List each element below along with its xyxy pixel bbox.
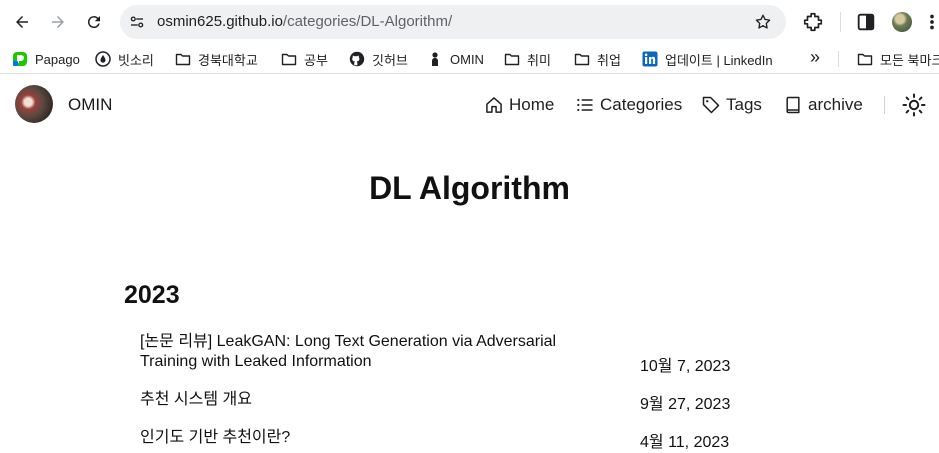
- sun-icon[interactable]: [902, 93, 926, 117]
- folder-icon: [175, 51, 191, 67]
- site-name[interactable]: OMIN: [68, 95, 112, 115]
- forward-button[interactable]: [46, 10, 70, 34]
- address-bar[interactable]: osmin625.github.io/categories/DL-Algorit…: [120, 5, 786, 39]
- post-item[interactable]: 인기도 기반 추천이란?: [140, 428, 620, 448]
- site-settings-icon[interactable]: [128, 13, 146, 31]
- toolbar-divider: [840, 12, 841, 32]
- bookmark-omin[interactable]: OMIN: [427, 50, 484, 68]
- bookmarks-divider: [838, 51, 839, 67]
- bookmark-label: 경북대학교: [198, 52, 258, 68]
- bookmark-star-icon[interactable]: [754, 13, 772, 31]
- bookmark-folder-study[interactable]: 공부: [281, 50, 328, 68]
- bookmark-label: 공부: [304, 52, 328, 68]
- nav-tags[interactable]: Tags: [701, 93, 762, 117]
- folder-icon: [857, 51, 873, 67]
- browser-toolbar: osmin625.github.io/categories/DL-Algorit…: [0, 0, 939, 44]
- github-icon: [349, 51, 365, 67]
- overflow-label: »: [810, 46, 821, 67]
- arrow-right-icon: [52, 16, 64, 28]
- nav-archive[interactable]: archive: [783, 93, 863, 117]
- folder-icon: [574, 51, 590, 67]
- person-icon: [427, 51, 443, 67]
- post-title[interactable]: 인기도 기반 추천이란?: [140, 428, 620, 448]
- post-date: 10월 7, 2023: [640, 358, 731, 375]
- list-icon: [577, 98, 593, 112]
- site-header: OMIN Home Categories Tags archive: [0, 80, 939, 130]
- bookmark-folder-hobby[interactable]: 취미: [504, 50, 551, 68]
- tag-icon: [702, 96, 720, 114]
- more-menu-icon[interactable]: [926, 11, 938, 33]
- linkedin-icon: [642, 51, 658, 67]
- bookmark-linkedin[interactable]: 업데이트 | LinkedIn: [642, 50, 773, 68]
- profile-avatar[interactable]: [892, 12, 912, 32]
- folder-icon: [504, 51, 520, 67]
- nav-tags-label: Tags: [726, 95, 762, 114]
- bookmark-overflow-button[interactable]: »: [810, 46, 821, 67]
- home-icon: [486, 97, 502, 113]
- all-bookmarks-button[interactable]: 모든 북마크: [857, 50, 939, 68]
- post-item[interactable]: 추천 시스템 개요: [140, 390, 620, 410]
- url-path: /categories/DL-Algorithm/: [282, 13, 453, 30]
- post-title[interactable]: [논문 리뷰] LeakGAN: Long Text Generation vi…: [140, 332, 620, 372]
- book-icon: [786, 96, 800, 114]
- back-button[interactable]: [10, 10, 34, 34]
- post-title-line: Training with Leaked Information: [140, 353, 372, 370]
- bookmark-label: Papago: [35, 51, 80, 67]
- header-divider: [884, 96, 885, 114]
- bookmark-github[interactable]: 깃허브: [349, 50, 408, 68]
- arrow-left-icon: [16, 16, 28, 28]
- folder-icon: [281, 51, 297, 67]
- bookmark-folder-job[interactable]: 취업: [574, 50, 621, 68]
- post-item[interactable]: [논문 리뷰] LeakGAN: Long Text Generation vi…: [140, 332, 620, 372]
- nav-home[interactable]: Home: [484, 93, 554, 117]
- url-text[interactable]: osmin625.github.io/categories/DL-Algorit…: [157, 13, 452, 30]
- post-title[interactable]: 추천 시스템 개요: [140, 390, 620, 410]
- url-host: osmin625.github.io: [157, 13, 283, 30]
- bookmark-rain[interactable]: 빗소리: [95, 50, 154, 68]
- bookmark-label: OMIN: [450, 51, 484, 67]
- post-date: 9월 27, 2023: [640, 396, 731, 413]
- year-heading: 2023: [124, 281, 180, 309]
- bookmark-folder-knu[interactable]: 경북대학교: [175, 50, 258, 68]
- side-panel-icon[interactable]: [855, 11, 877, 33]
- bookmark-papago[interactable]: Papago: [12, 50, 80, 68]
- page-title: DL Algorithm: [369, 170, 570, 206]
- bookmark-label: 깃허브: [372, 52, 408, 68]
- post-title-line: [논문 리뷰] LeakGAN: Long Text Generation vi…: [140, 333, 557, 350]
- bookmark-label: 취미: [527, 52, 551, 68]
- bookmark-label: 취업: [597, 52, 621, 68]
- nav-categories[interactable]: Categories: [575, 93, 682, 117]
- papago-icon: [12, 51, 28, 67]
- post-date: 4월 11, 2023: [640, 434, 730, 451]
- nav-home-label: Home: [509, 95, 555, 114]
- all-bookmarks-label: 모든 북마크: [880, 52, 939, 68]
- extensions-icon[interactable]: [802, 11, 824, 33]
- bookmarks-bar: Papago 빗소리 경북대학교 공부 깃허브 OMIN 취미 취업 업데이트 …: [0, 44, 939, 74]
- nav-categories-label: Categories: [600, 95, 683, 114]
- bookmark-label: 빗소리: [118, 52, 154, 68]
- bookmark-label: 업데이트 | LinkedIn: [665, 52, 773, 68]
- reload-icon: [87, 16, 100, 29]
- site-avatar[interactable]: [15, 85, 53, 123]
- reload-button[interactable]: [82, 10, 106, 34]
- rain-icon: [95, 51, 111, 67]
- nav-archive-label: archive: [808, 95, 863, 114]
